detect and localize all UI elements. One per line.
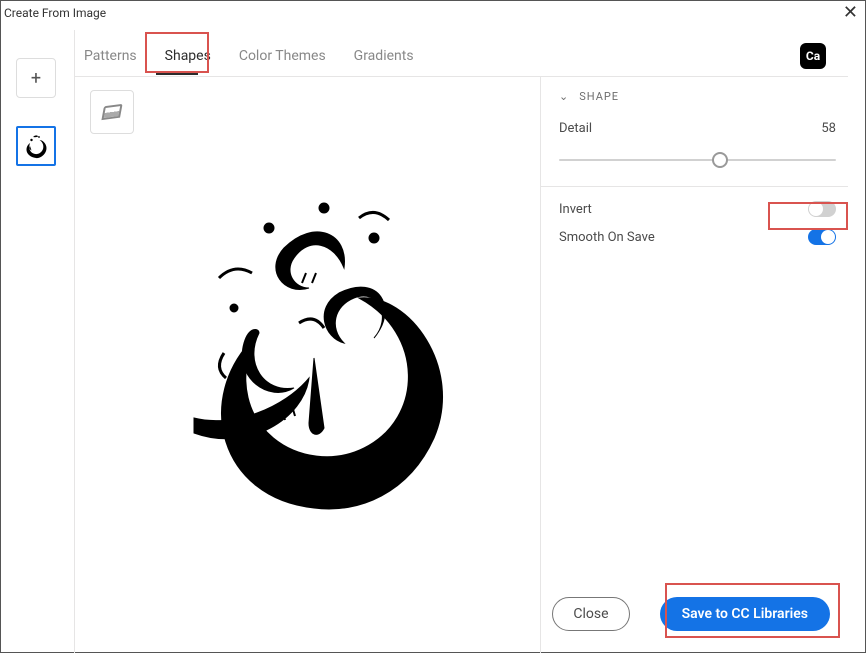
slider-thumb[interactable] [712,152,728,168]
tab-color-themes[interactable]: Color Themes [239,46,326,66]
save-to-cc-libraries-button[interactable]: Save to CC Libraries [660,597,830,631]
detail-label: Detail [559,121,592,136]
add-image-button[interactable]: + [16,58,56,98]
image-list: + [0,28,72,653]
window-title: Create From Image [4,6,106,20]
properties-panel: ⌄ SHAPE Detail 58 Invert Smooth On Save [540,76,848,653]
detail-slider[interactable] [559,148,836,172]
plus-icon: + [31,68,41,89]
tab-patterns[interactable]: Patterns [84,46,137,66]
calligraphy-shape-icon [164,178,464,518]
close-icon[interactable]: ✕ [843,4,858,22]
invert-toggle[interactable] [808,201,836,217]
slider-track [559,159,836,161]
image-thumbnail-selected[interactable] [16,126,56,166]
invert-label: Invert [559,202,592,217]
close-button[interactable]: Close [552,597,629,631]
section-label: SHAPE [579,90,619,103]
shape-preview [90,90,538,565]
capture-app-icon[interactable]: Ca [800,43,826,69]
tab-bar: Patterns Shapes Color Themes Gradients C… [84,37,826,75]
dialog-footer: Close Save to CC Libraries [552,597,830,631]
calligraphy-thumb-icon [21,131,51,161]
tab-shapes[interactable]: Shapes [165,46,211,66]
smooth-on-save-toggle[interactable] [808,229,836,245]
smooth-label: Smooth On Save [559,230,655,245]
detail-value: 58 [821,121,836,136]
shape-section-header[interactable]: ⌄ SHAPE [559,90,836,103]
chevron-down-icon: ⌄ [559,90,569,103]
tab-underline [156,73,198,75]
tab-gradients[interactable]: Gradients [354,46,414,66]
